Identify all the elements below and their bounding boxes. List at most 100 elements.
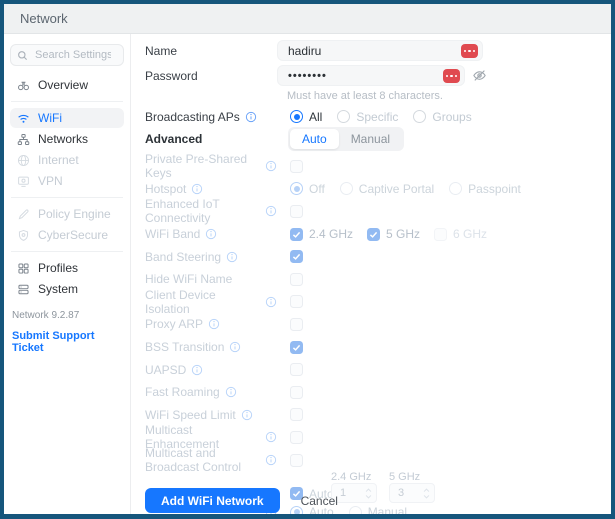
sidebar: Overview WiFi Networks Internet VPN Policy En… <box>4 34 131 514</box>
sidebar-item-networks[interactable]: Networks <box>10 129 124 149</box>
private-pre-shared-keys-checkbox[interactable] <box>290 159 303 173</box>
advanced-tab-auto[interactable]: Auto <box>290 128 339 149</box>
min-data-rate-radio-manual[interactable] <box>348 505 362 514</box>
support-ticket-link[interactable]: Submit Support Ticket <box>12 330 122 354</box>
wifi-band-option-6-ghz[interactable]: 6 GHz <box>434 227 487 241</box>
column-5ghz-label: 5 GHz <box>389 471 421 484</box>
sidebar-item-overview[interactable]: Overview <box>10 75 124 95</box>
password-hint: Must have at least 8 characters. <box>287 90 443 102</box>
row-proxy-arp: Proxy ARP <box>145 313 611 336</box>
radio-option-label: Captive Portal <box>358 181 435 196</box>
sidebar-item-vpn[interactable]: VPN <box>10 171 124 191</box>
2-4-ghz-checkbox[interactable] <box>290 227 303 241</box>
name-row: Name hadiru <box>145 40 611 61</box>
broadcasting-aps-option-specific[interactable]: Specific <box>337 110 398 124</box>
proxy-arp-checkbox[interactable] <box>290 317 303 331</box>
dtim-value: 1 <box>340 487 347 500</box>
client-device-isolation-checkbox[interactable] <box>290 295 303 309</box>
5-ghz-checkbox[interactable] <box>367 227 381 241</box>
info-icon[interactable] <box>205 228 217 240</box>
broadcasting-aps-label: Broadcasting APs <box>145 109 240 124</box>
info-icon[interactable] <box>208 318 220 330</box>
uapsd-checkbox[interactable] <box>290 363 303 377</box>
stepper-icon[interactable] <box>423 487 430 500</box>
info-icon[interactable] <box>265 160 277 172</box>
broadcasting-aps-radio-specific[interactable] <box>337 110 351 123</box>
hotspot-option-off[interactable]: Off <box>290 182 325 196</box>
advanced-tab-manual[interactable]: Manual <box>339 129 402 149</box>
page-header: Network <box>4 4 611 34</box>
row-label: Fast Roaming <box>145 385 220 400</box>
search-input[interactable] <box>33 48 113 62</box>
info-icon[interactable] <box>265 205 277 217</box>
advanced-row: Advanced Auto Manual <box>145 126 611 151</box>
info-icon[interactable] <box>191 183 203 195</box>
info-icon[interactable] <box>265 431 277 443</box>
sidebar-item-cybersecure[interactable]: CyberSecure <box>10 225 124 245</box>
broadcasting-aps-radio-all[interactable] <box>290 110 303 123</box>
min-data-rate-option-manual[interactable]: Manual <box>348 505 408 514</box>
sidebar-divider <box>11 197 123 198</box>
broadcasting-aps-option-all[interactable]: All <box>290 110 322 124</box>
info-icon[interactable] <box>191 364 203 376</box>
sidebar-item-profiles[interactable]: Profiles <box>10 258 124 278</box>
column-24ghz-label: 2.4 GHz <box>331 471 372 484</box>
wifi-band-option-5-ghz[interactable]: 5 GHz <box>367 227 420 241</box>
multicast-enhancement-checkbox[interactable] <box>290 430 303 444</box>
wifi-speed-limit-checkbox[interactable] <box>290 408 303 422</box>
row-label: Enhanced IoT Connectivity <box>145 197 220 226</box>
add-wifi-network-button[interactable]: Add WiFi Network <box>145 488 280 513</box>
hotspot-radio-off[interactable] <box>290 182 303 196</box>
search-box[interactable] <box>10 44 124 66</box>
checkbox-option-label: 2.4 GHz <box>309 227 354 242</box>
cancel-button[interactable]: Cancel <box>301 494 338 508</box>
hotspot-radio-passpoint[interactable] <box>449 182 463 196</box>
multicast-and-broadcast-control-checkbox[interactable] <box>290 453 303 467</box>
dtim-value: 3 <box>398 487 405 500</box>
info-icon[interactable] <box>226 251 238 263</box>
broadcasting-aps-radio-groups[interactable] <box>413 110 427 123</box>
sidebar-divider <box>11 101 123 102</box>
hide-wifi-name-checkbox[interactable] <box>290 272 303 286</box>
row-label: Multicast and Broadcast Control <box>145 446 242 475</box>
radio-option-label: Manual <box>367 505 408 514</box>
name-label: Name <box>145 43 178 58</box>
grid-icon <box>17 262 30 275</box>
main-content: Name hadiru Password •••••••• Must have … <box>131 34 611 514</box>
row-label: Proxy ARP <box>145 317 204 332</box>
row-label: Client Device Isolation <box>145 287 216 316</box>
hotspot-radio-captive-portal[interactable] <box>339 182 353 196</box>
sidebar-item-internet[interactable]: Internet <box>10 150 124 170</box>
info-icon[interactable] <box>229 341 241 353</box>
info-icon[interactable] <box>245 111 257 123</box>
row-label: Hide WiFi Name <box>145 272 233 287</box>
dtim-value-input-5-ghz[interactable]: 3 <box>389 483 435 504</box>
wifi-band-option-2-4-ghz[interactable]: 2.4 GHz <box>290 227 353 241</box>
row-label: Private Pre-Shared Keys <box>145 152 248 181</box>
info-icon[interactable] <box>265 296 277 308</box>
version-text: Network 9.2.87 <box>12 310 80 321</box>
randomize-password-button[interactable] <box>443 69 460 83</box>
advanced-label: Advanced <box>145 131 203 146</box>
band-steering-checkbox[interactable] <box>290 250 303 264</box>
hotspot-option-captive-portal[interactable]: Captive Portal <box>339 181 435 196</box>
sidebar-item-system[interactable]: System <box>10 279 124 299</box>
fast-roaming-checkbox[interactable] <box>290 385 303 399</box>
enhanced-iot-connectivity-checkbox[interactable] <box>290 204 303 218</box>
6-ghz-checkbox[interactable] <box>434 227 448 241</box>
randomize-name-button[interactable] <box>461 44 478 58</box>
sidebar-item-policy-engine[interactable]: Policy Engine <box>10 204 124 224</box>
password-input[interactable]: •••••••• <box>277 65 465 86</box>
checkbox-option-label: 5 GHz <box>386 227 421 242</box>
toggle-password-visibility-icon[interactable] <box>472 68 487 83</box>
bss-transition-checkbox[interactable] <box>290 340 303 354</box>
name-input[interactable]: hadiru <box>277 40 483 61</box>
hotspot-option-passpoint[interactable]: Passpoint <box>449 182 521 196</box>
stepper-icon[interactable] <box>365 487 372 500</box>
sidebar-item-wifi[interactable]: WiFi <box>10 108 124 128</box>
info-icon[interactable] <box>265 454 277 466</box>
broadcasting-aps-option-groups[interactable]: Groups <box>413 110 472 124</box>
info-icon[interactable] <box>241 409 253 421</box>
info-icon[interactable] <box>225 386 237 398</box>
stack-icon <box>17 283 30 296</box>
